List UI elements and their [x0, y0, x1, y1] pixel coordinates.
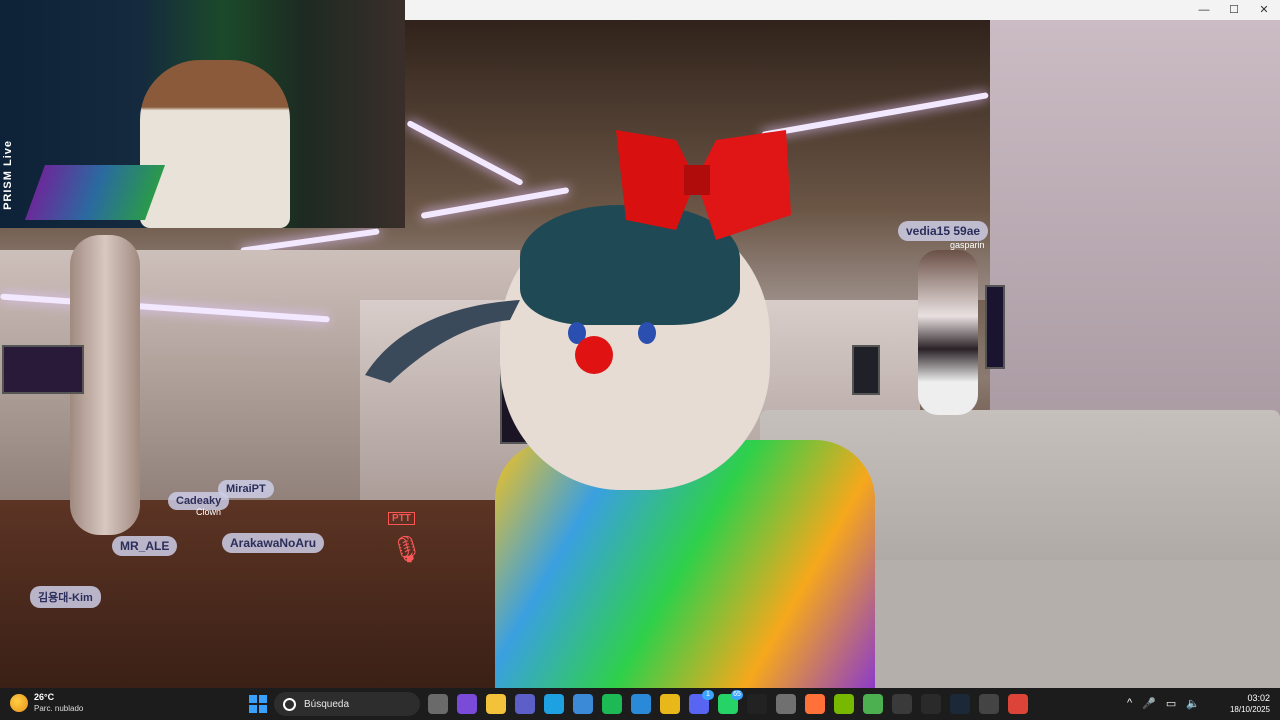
file-explorer-icon[interactable] [486, 694, 506, 714]
wall-screen [985, 285, 1005, 369]
app-dark-icon[interactable] [892, 694, 912, 714]
tiktok-icon[interactable] [747, 694, 767, 714]
close-icon[interactable]: ✕ [1248, 0, 1280, 20]
weather-widget[interactable]: 26°C Parc. nublado [10, 692, 83, 714]
copilot-icon[interactable] [457, 694, 477, 714]
wall-right [990, 20, 1280, 440]
search-placeholder: Búsqueda [304, 698, 350, 710]
microphone-icon[interactable]: 🎤 [1142, 697, 1156, 710]
minimize-icon[interactable]: — [1188, 0, 1220, 20]
nametag[interactable]: vedia15 59ae [898, 221, 989, 241]
volume-icon[interactable]: 🔈 [1186, 697, 1200, 710]
notification-badge: 65 [731, 690, 743, 700]
avatar-eye-right [638, 322, 656, 344]
discord-icon[interactable]: 1 [689, 690, 714, 714]
search-icon [283, 697, 296, 711]
steam-icon[interactable] [950, 694, 970, 714]
chrome-profile-icon[interactable] [863, 694, 883, 714]
wall-poster [852, 345, 880, 395]
spotify-icon[interactable] [602, 694, 622, 714]
microsoft-store-icon[interactable] [573, 694, 593, 714]
weather-icon [10, 694, 28, 712]
app-blue-icon[interactable] [631, 694, 651, 714]
webcam-overlay: PRISM Live [0, 0, 405, 228]
whatsapp-icon[interactable]: 65 [718, 690, 743, 714]
wall-screen [2, 345, 84, 394]
maximize-icon[interactable]: ☐ [1218, 0, 1250, 20]
clock-time: 03:02 [1247, 693, 1270, 703]
prism-live-label: PRISM Live [2, 140, 14, 210]
network-icon[interactable]: ▭ [1166, 697, 1176, 710]
firefox-icon[interactable] [805, 694, 825, 714]
clown-nose [575, 336, 613, 374]
nvidia-icon[interactable] [834, 694, 854, 714]
edge-icon[interactable] [544, 694, 564, 714]
taskbar-clock[interactable]: 03:02 18/10/2025 [1230, 692, 1270, 716]
weather-condition: Parc. nublado [34, 704, 84, 713]
weather-temp: 26°C [34, 692, 55, 702]
shark-plush-icon [365, 300, 520, 383]
teams-icon[interactable] [515, 694, 535, 714]
nametag[interactable]: 김용대-Kim [30, 586, 101, 608]
start-button[interactable] [249, 695, 267, 713]
task-view-icon[interactable] [428, 694, 448, 714]
clock-date: 18/10/2025 [1229, 705, 1270, 714]
obs-icon[interactable] [921, 694, 941, 714]
window-title-bar[interactable]: — ☐ ✕ [405, 0, 1280, 20]
nametag-subtitle: Clown [196, 507, 222, 517]
streamer [140, 60, 290, 228]
taskbar-search[interactable]: Búsqueda [274, 692, 420, 716]
chrome-icon[interactable] [660, 694, 680, 714]
red-bow-icon [616, 130, 791, 240]
taskbar: 26°C Parc. nublado Búsqueda 1 65 ^ 🎤 ▭ 🔈 … [0, 688, 1280, 720]
app-gray-icon[interactable] [776, 694, 796, 714]
nametag[interactable]: ArakawaNoAru [222, 533, 325, 553]
nametag-subtitle: gasparin [950, 240, 985, 250]
nametag[interactable]: MR_ALE [112, 536, 178, 556]
rgb-keyboard [24, 165, 166, 220]
npc-avatar[interactable] [918, 250, 978, 415]
chrome-2-icon[interactable] [1008, 694, 1028, 714]
chevron-up-icon[interactable]: ^ [1127, 697, 1132, 710]
ptt-indicator: PTT [388, 512, 415, 525]
system-tray: ^ 🎤 ▭ 🔈 [1127, 697, 1200, 710]
notification-badge: 1 [702, 690, 714, 700]
vr-icon[interactable] [979, 694, 999, 714]
mic-muted-icon: 🎙 [390, 534, 424, 564]
